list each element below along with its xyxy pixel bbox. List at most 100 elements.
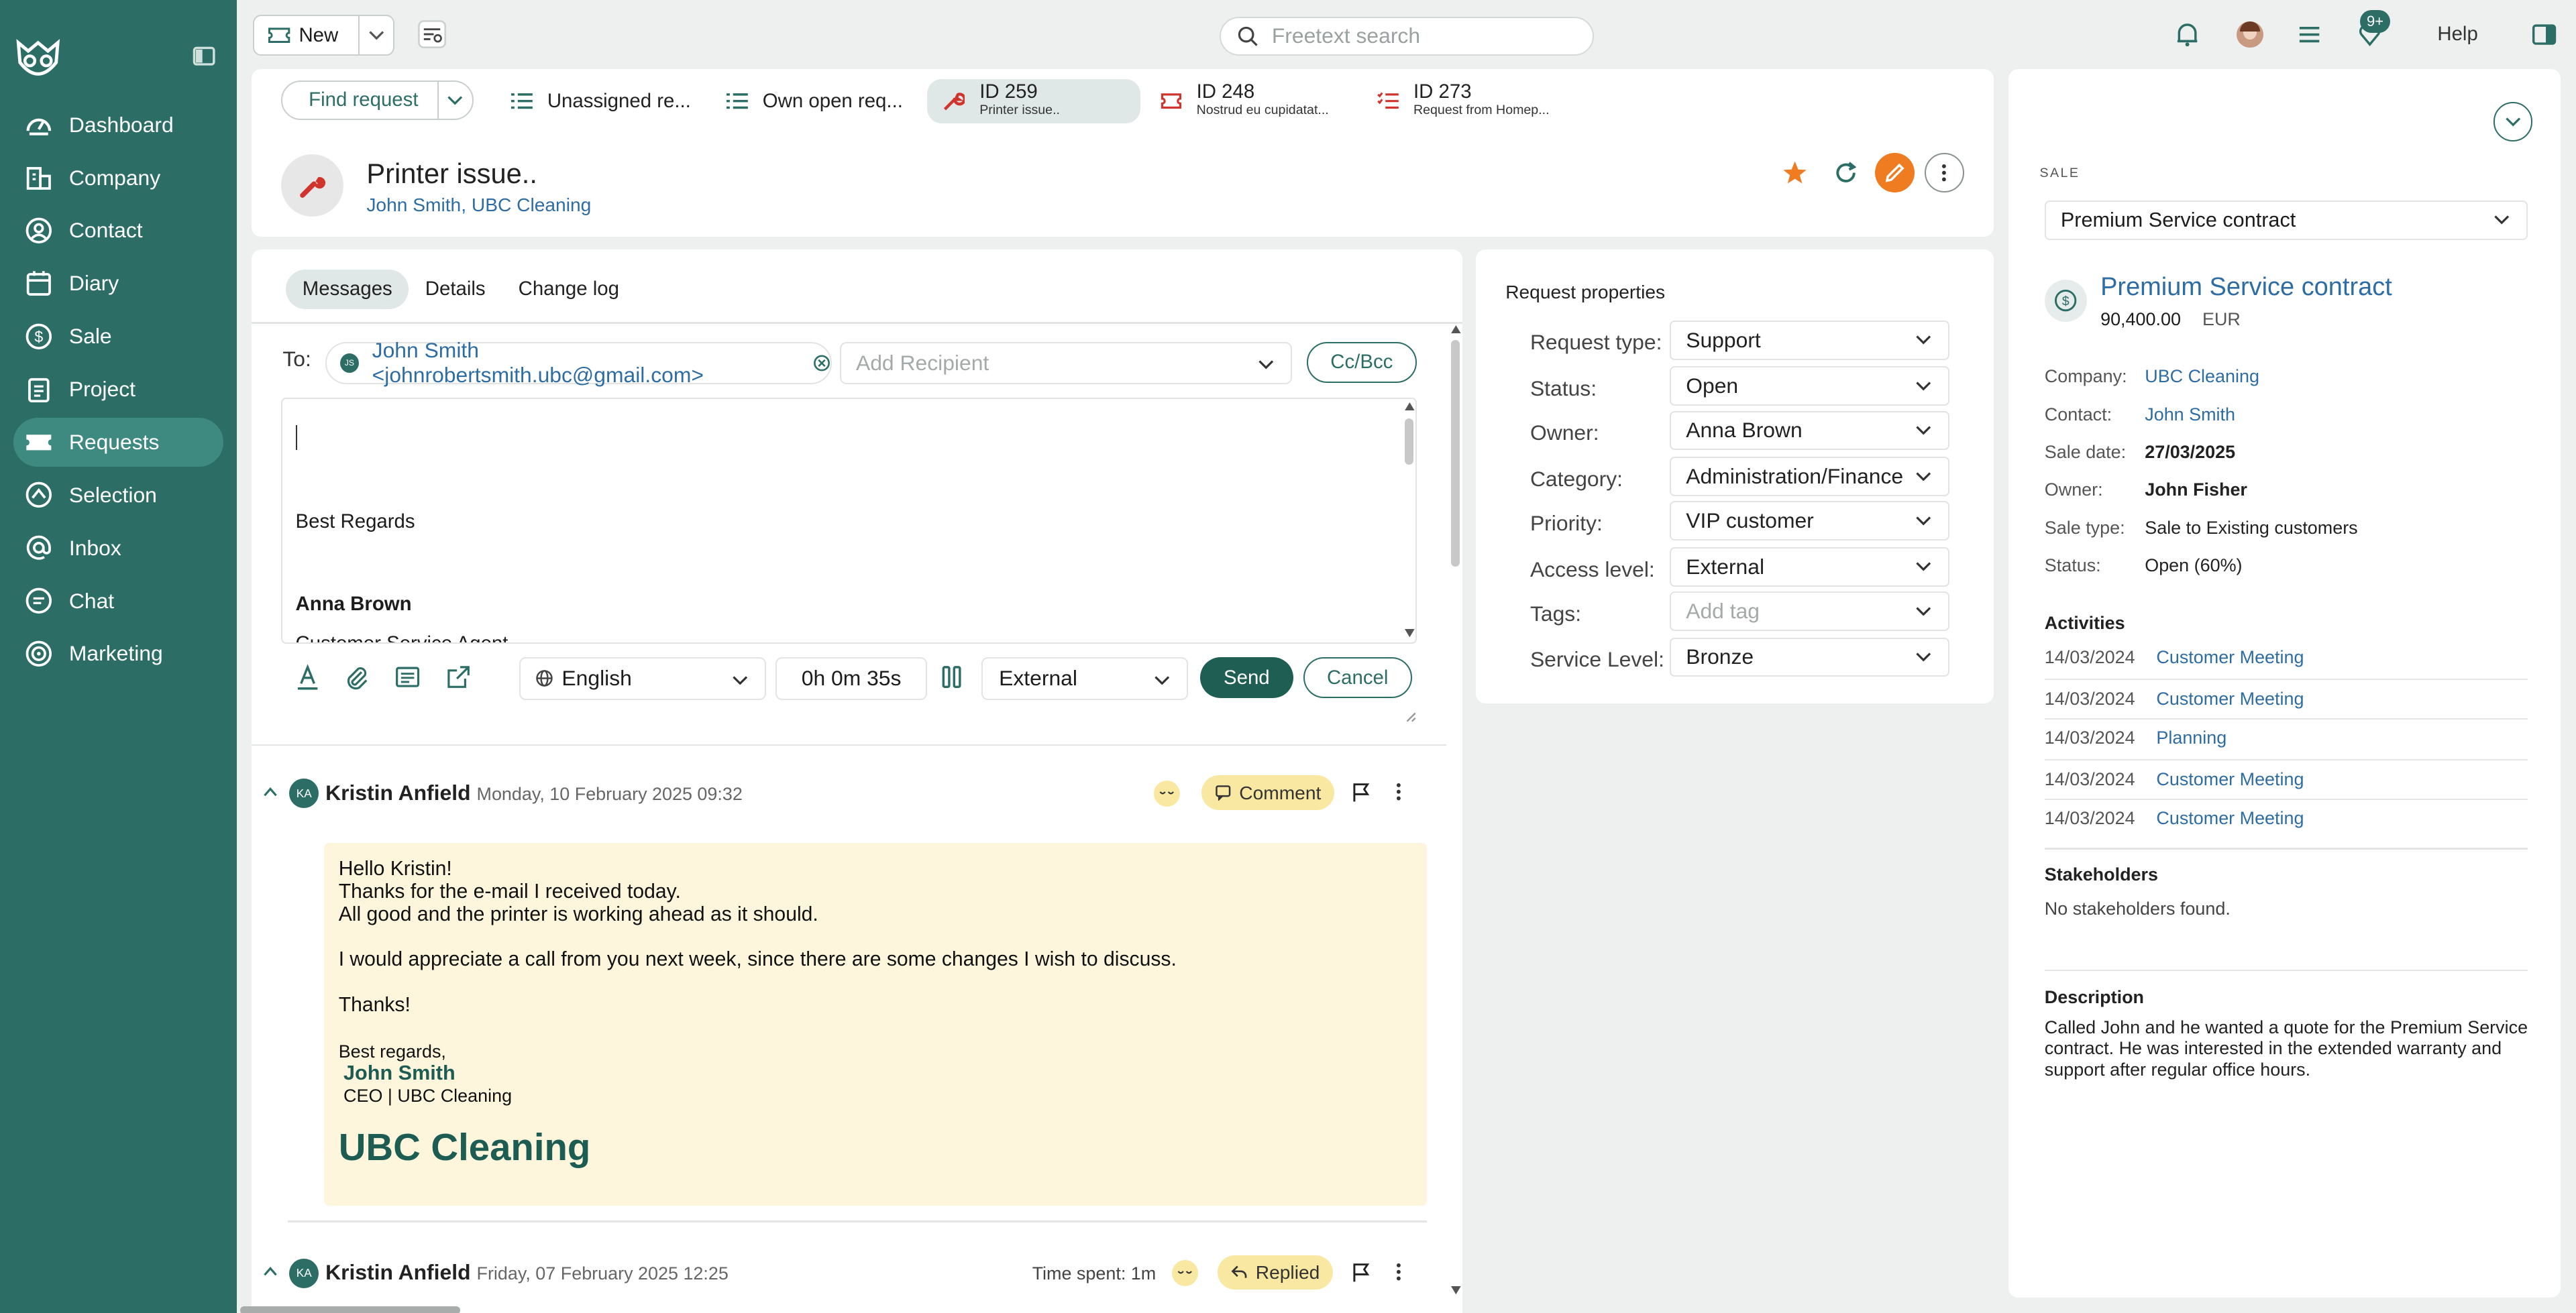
message-editor[interactable]: Best Regards Anna Brown Customer Service… bbox=[280, 397, 1417, 644]
pause-icon[interactable] bbox=[938, 664, 965, 690]
new-dropdown-button[interactable] bbox=[360, 30, 393, 40]
nav-sale[interactable]: $ Sale bbox=[13, 312, 224, 361]
tab-unassigned-requests[interactable]: Unassigned re... bbox=[511, 79, 691, 123]
request-company-link[interactable]: UBC Cleaning bbox=[472, 194, 591, 215]
recipient-chip[interactable]: JS John Smith <johnrobertsmith.ubc@gmail… bbox=[325, 338, 832, 387]
template-icon[interactable] bbox=[394, 664, 421, 690]
new-button-label[interactable]: New bbox=[254, 16, 360, 55]
nav-dashboard[interactable]: Dashboard bbox=[13, 100, 224, 150]
request-properties-title: Request properties bbox=[1505, 280, 1666, 302]
horizontal-scrollbar[interactable] bbox=[239, 1306, 460, 1313]
messages-scrollbar[interactable] bbox=[1451, 340, 1460, 567]
collapse-panel-button[interactable] bbox=[2493, 101, 2533, 141]
activity-link[interactable]: Planning bbox=[2156, 728, 2226, 748]
open-external-icon[interactable] bbox=[445, 664, 472, 690]
tab-request-259[interactable]: ID 259 Printer issue.. bbox=[926, 78, 1141, 123]
nav-contact[interactable]: Contact bbox=[13, 206, 224, 255]
cancel-button[interactable]: Cancel bbox=[1303, 657, 1412, 699]
time-tracker[interactable]: 0h 0m 35s bbox=[775, 657, 927, 700]
nav-marketing[interactable]: Marketing bbox=[13, 629, 224, 679]
scroll-up-icon[interactable] bbox=[1451, 325, 1462, 334]
send-button[interactable]: Send bbox=[1199, 657, 1294, 699]
user-avatar[interactable] bbox=[2237, 21, 2263, 48]
activity-link[interactable]: Customer Meeting bbox=[2156, 647, 2304, 668]
nav-label: Selection bbox=[68, 482, 157, 507]
editor-scrollbar[interactable] bbox=[1405, 418, 1413, 465]
tab-own-open-requests[interactable]: Own open req... bbox=[726, 79, 903, 123]
nav-inbox[interactable]: Inbox bbox=[13, 523, 224, 573]
attachment-icon[interactable] bbox=[343, 664, 370, 690]
replied-badge[interactable]: Replied bbox=[1218, 1255, 1333, 1290]
activity-link[interactable]: Customer Meeting bbox=[2156, 769, 2304, 790]
more-vertical-icon[interactable] bbox=[1395, 782, 1402, 801]
more-vertical-icon[interactable] bbox=[1395, 1262, 1402, 1281]
scroll-up-icon[interactable] bbox=[1405, 402, 1415, 411]
tags-select[interactable]: Add tag bbox=[1670, 591, 1949, 631]
refresh-button[interactable] bbox=[1826, 153, 1866, 192]
toggle-right-panel-icon[interactable] bbox=[2531, 21, 2557, 48]
help-link[interactable]: Help bbox=[2437, 23, 2477, 46]
cc-bcc-button[interactable]: Cc/Bcc bbox=[1306, 341, 1417, 383]
visibility-select[interactable]: External bbox=[981, 657, 1189, 700]
tasks-filter-icon[interactable] bbox=[417, 19, 447, 49]
activity-link[interactable]: Customer Meeting bbox=[2156, 808, 2304, 829]
edit-button[interactable] bbox=[1875, 152, 1915, 192]
collapse-message-icon[interactable] bbox=[263, 1266, 278, 1277]
tab-messages[interactable]: Messages bbox=[286, 269, 409, 309]
owl-logo-icon[interactable] bbox=[13, 36, 63, 82]
tab-request-248[interactable]: ID 248 Nostrud eu cupidatat... bbox=[1161, 79, 1329, 123]
add-recipient-input[interactable]: Add Recipient bbox=[839, 341, 1292, 385]
tab-details[interactable]: Details bbox=[409, 270, 502, 309]
freetext-search-input[interactable]: Freetext search bbox=[1219, 16, 1595, 56]
flag-icon[interactable] bbox=[1351, 782, 1371, 803]
find-request-button[interactable]: Find request bbox=[280, 80, 474, 120]
menu-icon[interactable] bbox=[2296, 21, 2322, 48]
list-icon bbox=[726, 93, 748, 109]
request-type-select[interactable]: Support bbox=[1670, 320, 1949, 360]
comment-badge[interactable]: Comment bbox=[1201, 775, 1334, 810]
sale-title[interactable]: Premium Service contract bbox=[2100, 273, 2392, 302]
owner-select[interactable]: Anna Brown bbox=[1670, 410, 1949, 451]
nav-company[interactable]: Company bbox=[13, 153, 224, 203]
sale-company-link[interactable]: UBC Cleaning bbox=[2145, 366, 2259, 387]
collapse-message-icon[interactable] bbox=[263, 787, 278, 797]
more-actions-button[interactable] bbox=[1924, 152, 1964, 192]
sale-contact-link[interactable]: John Smith bbox=[2145, 404, 2235, 425]
nav-chat[interactable]: Chat bbox=[13, 576, 224, 626]
nav-selection[interactable]: Selection bbox=[13, 471, 224, 520]
tab-request-273[interactable]: ID 273 Request from Homep... bbox=[1377, 79, 1550, 123]
request-contact-link[interactable]: John Smith bbox=[366, 194, 461, 215]
language-select[interactable]: English bbox=[519, 657, 766, 700]
divider bbox=[287, 1220, 1427, 1222]
service-level-select[interactable]: Bronze bbox=[1670, 637, 1949, 677]
favorite-button[interactable] bbox=[1775, 153, 1815, 192]
field-label: Status: bbox=[2044, 555, 2101, 576]
status-select[interactable]: Open bbox=[1670, 366, 1949, 406]
nav-project[interactable]: Project bbox=[13, 365, 224, 414]
sale-select[interactable]: Premium Service contract bbox=[2044, 200, 2528, 240]
priority-select[interactable]: VIP customer bbox=[1670, 501, 1949, 541]
nav-label: Dashboard bbox=[68, 112, 174, 137]
access-level-select[interactable]: External bbox=[1670, 547, 1949, 587]
field-label: Contact: bbox=[2044, 404, 2112, 424]
dashboard-icon bbox=[26, 119, 51, 136]
flag-icon[interactable] bbox=[1351, 1262, 1371, 1283]
find-request-dropdown[interactable] bbox=[439, 95, 472, 105]
text-format-icon[interactable] bbox=[294, 664, 321, 690]
find-request-label[interactable]: Find request bbox=[282, 82, 439, 119]
notification-bell-icon[interactable] bbox=[2174, 21, 2200, 48]
nav-label: Inbox bbox=[68, 535, 121, 560]
new-button[interactable]: New bbox=[253, 15, 394, 56]
activity-link[interactable]: Customer Meeting bbox=[2156, 689, 2304, 709]
scroll-down-icon[interactable] bbox=[1405, 628, 1415, 638]
tab-change-log[interactable]: Change log bbox=[502, 270, 635, 309]
collapse-sidebar-icon[interactable] bbox=[193, 46, 215, 66]
resize-handle-icon[interactable] bbox=[1405, 711, 1417, 723]
chevron-down-icon bbox=[447, 96, 463, 105]
remove-recipient-icon[interactable] bbox=[813, 354, 830, 372]
scroll-down-icon[interactable] bbox=[1451, 1286, 1462, 1295]
nav-requests[interactable]: Requests bbox=[13, 417, 224, 467]
nav-diary[interactable]: Diary bbox=[13, 259, 224, 308]
description-heading: Description bbox=[2044, 987, 2144, 1008]
category-select[interactable]: Administration/Finance bbox=[1670, 457, 1949, 496]
